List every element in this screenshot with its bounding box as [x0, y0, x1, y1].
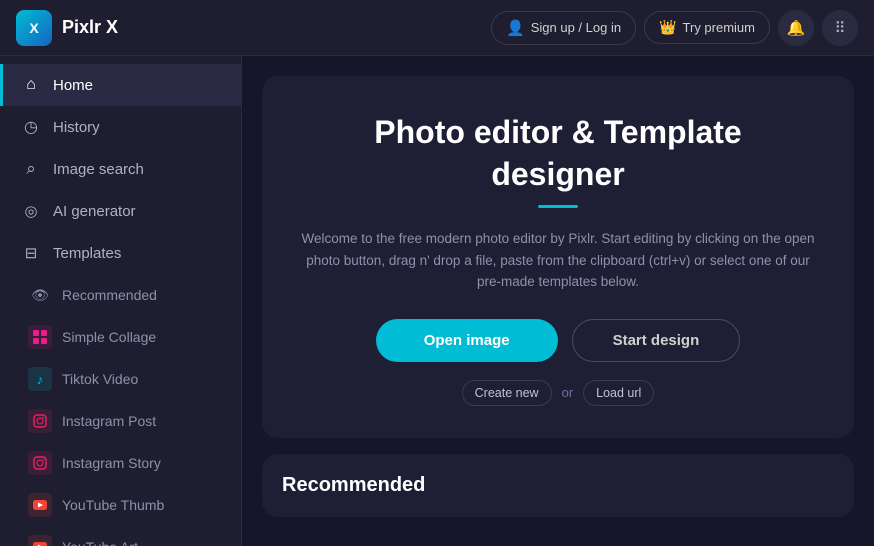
sidebar-item-image-search[interactable]: Image search — [0, 148, 241, 190]
hero-card: Photo editor & Template designer Welcome… — [262, 76, 854, 438]
hero-buttons: Open image Start design — [294, 319, 822, 362]
start-design-button[interactable]: Start design — [572, 319, 741, 362]
grid-icon: ⠿ — [835, 19, 846, 37]
hero-links: Create new or Load url — [294, 380, 822, 406]
home-icon — [21, 75, 41, 95]
logo-icon: X — [16, 10, 52, 46]
sidebar-subitem-simple-collage[interactable]: Simple Collage — [0, 316, 241, 358]
open-image-button[interactable]: Open image — [376, 319, 558, 362]
ai-icon — [21, 201, 41, 221]
sidebar: Home History Image search AI generator T… — [0, 56, 242, 546]
sidebar-subitem-youtube-thumb[interactable]: YouTube Thumb — [0, 484, 241, 526]
load-url-link[interactable]: Load url — [583, 380, 654, 406]
sidebar-item-history[interactable]: History — [0, 106, 241, 148]
sidebar-subitem-youtube-art[interactable]: YouTube Art — [0, 526, 241, 546]
sidebar-subitem-instagram-story[interactable]: Instagram Story — [0, 442, 241, 484]
hero-underline — [538, 205, 578, 208]
tiktok-icon: ♪ — [28, 367, 52, 391]
hero-title: Photo editor & Template designer — [294, 112, 822, 195]
eye-icon: 👁 — [28, 283, 52, 307]
crown-icon: 👑 — [659, 19, 676, 36]
bell-button[interactable]: 🔔 — [778, 10, 814, 46]
instagram-story-icon — [28, 451, 52, 475]
instagram-post-icon — [28, 409, 52, 433]
sidebar-item-ai-generator[interactable]: AI generator — [0, 190, 241, 232]
logo-area: X Pixlr X — [16, 10, 491, 46]
user-icon: 👤 — [506, 19, 525, 37]
header-actions: 👤 Sign up / Log in 👑 Try premium 🔔 ⠿ — [491, 10, 858, 46]
history-icon — [21, 117, 41, 137]
premium-button[interactable]: 👑 Try premium — [644, 11, 770, 44]
section-card: Recommended — [262, 454, 854, 517]
section-title: Recommended — [282, 474, 834, 497]
youtube-art-icon — [28, 535, 52, 546]
sidebar-subitem-tiktok[interactable]: ♪ Tiktok Video — [0, 358, 241, 400]
search-icon — [21, 159, 41, 179]
sidebar-item-templates[interactable]: Templates — [0, 232, 241, 274]
or-text: or — [562, 385, 574, 400]
main-content: Photo editor & Template designer Welcome… — [242, 56, 874, 546]
bell-icon: 🔔 — [787, 19, 806, 37]
collage-icon — [28, 325, 52, 349]
app-header: X Pixlr X 👤 Sign up / Log in 👑 Try premi… — [0, 0, 874, 56]
signup-button[interactable]: 👤 Sign up / Log in — [491, 11, 636, 45]
sidebar-subitem-recommended[interactable]: 👁 Recommended — [0, 274, 241, 316]
templates-icon — [21, 243, 41, 263]
hero-description: Welcome to the free modern photo editor … — [298, 228, 818, 293]
youtube-thumb-icon — [28, 493, 52, 517]
create-new-link[interactable]: Create new — [462, 380, 552, 406]
app-title: Pixlr X — [62, 17, 118, 38]
grid-button[interactable]: ⠿ — [822, 10, 858, 46]
sidebar-item-home[interactable]: Home — [0, 64, 241, 106]
sidebar-subitem-instagram-post[interactable]: Instagram Post — [0, 400, 241, 442]
main-layout: Home History Image search AI generator T… — [0, 56, 874, 546]
